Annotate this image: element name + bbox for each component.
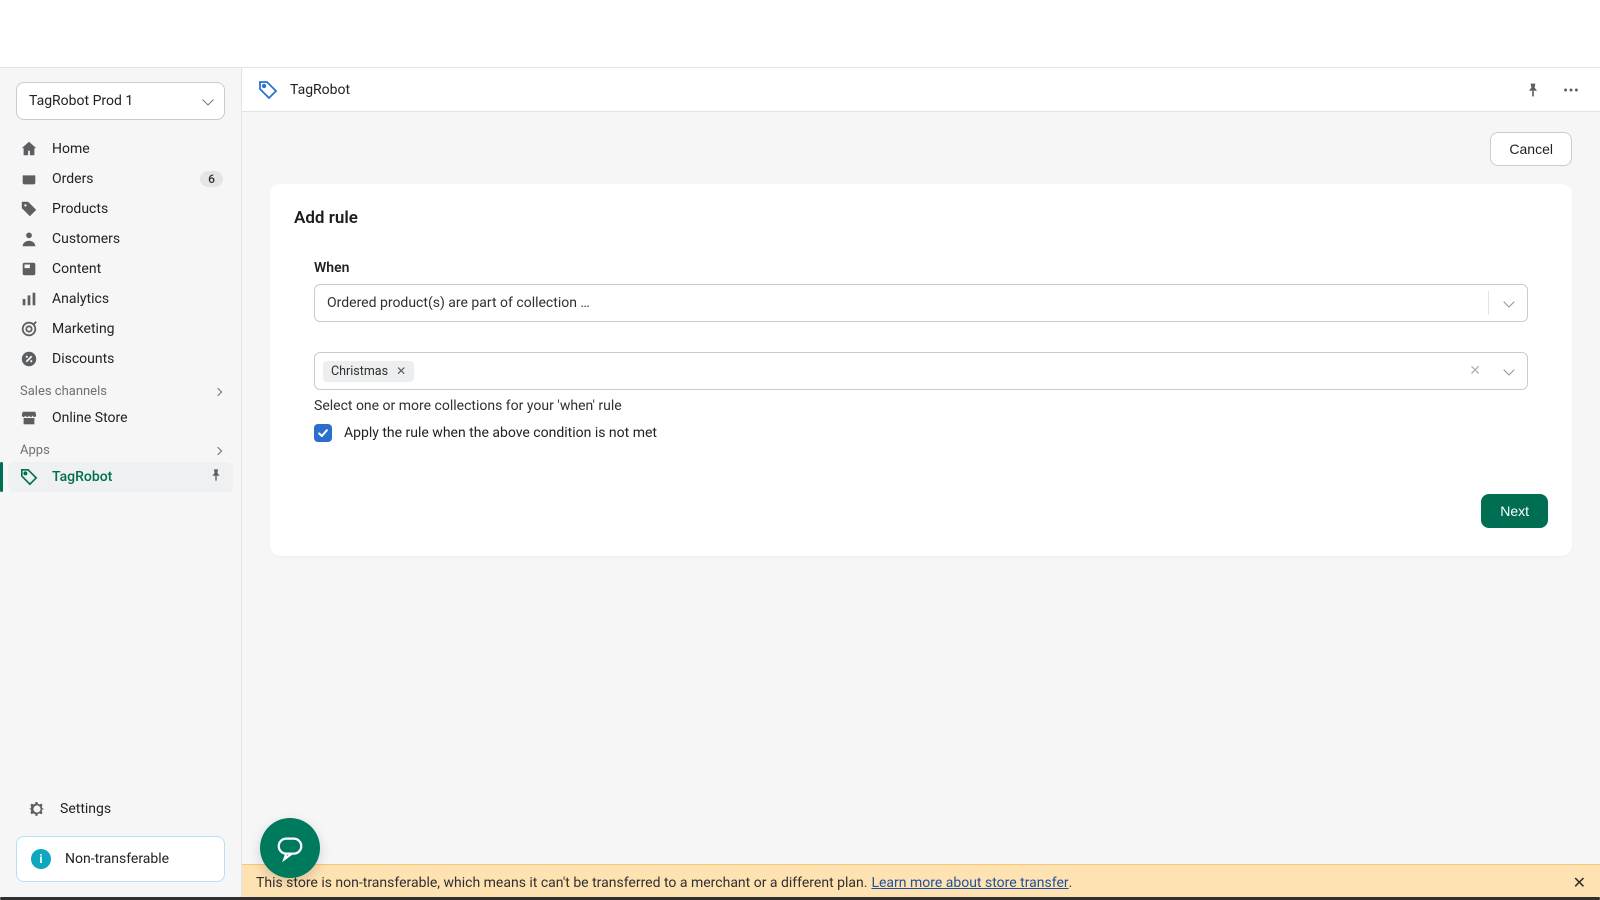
card-title: Add rule <box>294 208 1548 228</box>
chat-launcher[interactable] <box>260 818 320 878</box>
apps-header[interactable]: Apps <box>0 433 241 462</box>
app-header: TagRobot <box>242 68 1600 112</box>
tagrobot-app-icon <box>258 80 278 100</box>
main-content: TagRobot Cancel Add rule When Ordered pr… <box>242 68 1600 900</box>
chevron-right-icon <box>214 446 222 454</box>
collections-helper-text: Select one or more collections for your … <box>314 398 1528 414</box>
discount-icon <box>20 350 38 368</box>
sales-channels-list: Online Store <box>0 403 241 433</box>
section-header-label: Sales channels <box>20 384 107 399</box>
tag-label: Christmas <box>331 364 388 379</box>
clear-all-icon[interactable]: ✕ <box>1469 363 1481 379</box>
chevron-right-icon <box>214 387 222 395</box>
tagrobot-icon <box>20 468 38 486</box>
store-switcher-label: TagRobot Prod 1 <box>29 93 133 109</box>
selected-tag: Christmas ✕ <box>323 361 414 382</box>
next-button[interactable]: Next <box>1481 494 1548 528</box>
primary-nav: Home Orders 6 Products <box>0 134 241 374</box>
sidebar-item-label: Online Store <box>52 410 128 426</box>
store-switcher[interactable]: TagRobot Prod 1 <box>16 82 225 120</box>
pin-icon[interactable] <box>209 468 223 486</box>
more-actions-button[interactable] <box>1558 77 1584 103</box>
cancel-button[interactable]: Cancel <box>1490 132 1572 166</box>
invert-condition-row: Apply the rule when the above condition … <box>314 424 1528 442</box>
pin-app-button[interactable] <box>1520 77 1546 103</box>
browser-chrome-space <box>0 0 1600 67</box>
sidebar-item-tagrobot[interactable]: TagRobot <box>8 462 233 492</box>
add-rule-card: Add rule When Ordered product(s) are par… <box>270 184 1572 556</box>
analytics-icon <box>20 290 38 308</box>
banner-text: This store is non-transferable, which me… <box>256 875 867 891</box>
apps-list: TagRobot <box>0 462 241 492</box>
content-icon <box>20 260 38 278</box>
non-transferable-banner: This store is non-transferable, which me… <box>242 864 1600 900</box>
sidebar-item-label: Discounts <box>52 351 114 367</box>
collections-multiselect[interactable]: Christmas ✕ ✕ <box>314 352 1528 390</box>
sidebar-item-label: Orders <box>52 171 94 187</box>
orders-icon <box>20 170 38 188</box>
store-icon <box>20 409 38 427</box>
sidebar-item-label: Settings <box>60 801 111 817</box>
chevron-down-icon <box>1503 364 1514 375</box>
sidebar-item-label: Analytics <box>52 291 109 307</box>
sidebar-item-customers[interactable]: Customers <box>8 224 233 254</box>
sidebar: TagRobot Prod 1 Home Orders 6 <box>0 68 242 900</box>
sidebar-item-label: TagRobot <box>52 469 112 485</box>
info-icon: i <box>31 849 51 869</box>
sidebar-item-content[interactable]: Content <box>8 254 233 284</box>
when-condition-value: Ordered product(s) are part of collectio… <box>327 295 590 311</box>
sidebar-item-label: Content <box>52 261 101 277</box>
banner-link[interactable]: Learn more about store transfer <box>871 875 1068 891</box>
close-banner-icon[interactable]: ✕ <box>1573 873 1586 892</box>
section-header-label: Apps <box>20 443 50 458</box>
sidebar-item-settings[interactable]: Settings <box>16 794 225 824</box>
page-actions: Cancel <box>242 112 1600 166</box>
app-title: TagRobot <box>290 82 350 98</box>
orders-badge: 6 <box>200 171 223 187</box>
when-condition-select[interactable]: Ordered product(s) are part of collectio… <box>314 284 1528 322</box>
when-label: When <box>314 260 1528 276</box>
app-shell: TagRobot Prod 1 Home Orders 6 <box>0 67 1600 900</box>
card-footer: Next <box>294 494 1548 528</box>
select-separator <box>1488 291 1489 315</box>
non-transferable-card[interactable]: i Non-transferable <box>16 836 225 882</box>
sidebar-item-products[interactable]: Products <box>8 194 233 224</box>
sidebar-item-orders[interactable]: Orders 6 <box>8 164 233 194</box>
sales-channels-header[interactable]: Sales channels <box>0 374 241 403</box>
sidebar-item-label: Customers <box>52 231 120 247</box>
sidebar-item-label: Products <box>52 201 108 217</box>
sidebar-item-home[interactable]: Home <box>8 134 233 164</box>
home-icon <box>20 140 38 158</box>
sidebar-item-online-store[interactable]: Online Store <box>8 403 233 433</box>
remove-tag-icon[interactable]: ✕ <box>396 364 406 378</box>
invert-condition-checkbox[interactable] <box>314 424 332 442</box>
chevron-down-icon <box>1503 296 1514 307</box>
invert-condition-label: Apply the rule when the above condition … <box>344 425 657 441</box>
non-transferable-label: Non-transferable <box>65 851 169 867</box>
sidebar-item-label: Home <box>52 141 90 157</box>
person-icon <box>20 230 38 248</box>
sidebar-item-marketing[interactable]: Marketing <box>8 314 233 344</box>
marketing-icon <box>20 320 38 338</box>
sidebar-item-label: Marketing <box>52 321 115 337</box>
banner-tail: . <box>1069 875 1073 891</box>
sidebar-item-discounts[interactable]: Discounts <box>8 344 233 374</box>
gear-icon <box>28 800 46 818</box>
chevron-down-icon <box>202 94 213 105</box>
sidebar-item-analytics[interactable]: Analytics <box>8 284 233 314</box>
sidebar-bottom: Settings i Non-transferable <box>0 794 241 900</box>
tag-icon <box>20 200 38 218</box>
